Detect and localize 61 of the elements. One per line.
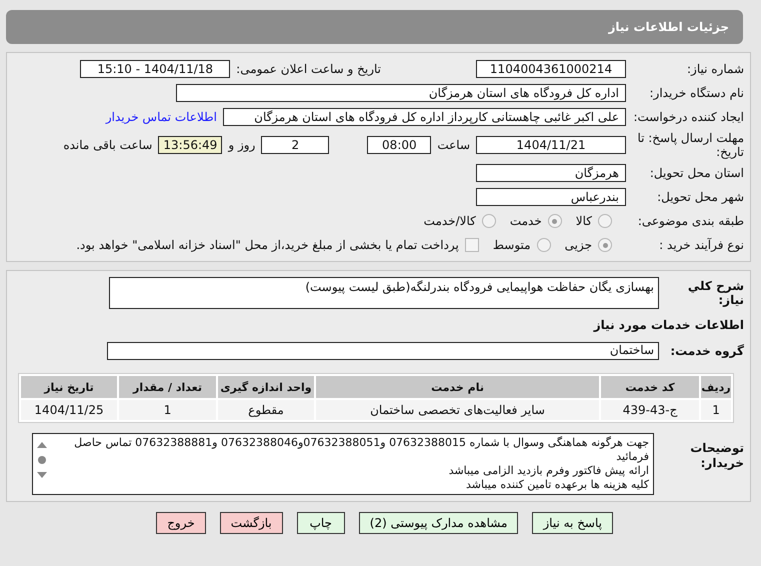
action-button[interactable]: پاسخ به نیاز	[532, 512, 613, 534]
page-title: جزئیات اطلاعات نیاز	[608, 20, 729, 34]
buyer-contact-link[interactable]: اطلاعات تماس خریدار	[106, 110, 217, 124]
column-header: تاریخ نیاز	[21, 376, 117, 398]
table-cell: 1	[119, 400, 216, 420]
action-button[interactable]: خروج	[156, 512, 206, 534]
radio-label: کالا/خدمت	[424, 214, 476, 228]
field-label: طبقه بندی موضوعی:	[636, 214, 744, 228]
column-header: تعداد / مقدار	[119, 376, 216, 398]
city-field: بندرعباس	[476, 188, 626, 206]
table-cell: ج-43-439	[601, 400, 699, 420]
field-label: مهلت ارسال پاسخ: تا تاریخ:	[636, 131, 744, 159]
column-header: نام خدمت	[316, 376, 599, 398]
days-field: 2	[261, 136, 330, 154]
announce-date-field: 1404/11/18 - 15:10	[80, 60, 230, 78]
table-cell: مقطوع	[218, 400, 314, 420]
deadline-date-field: 1404/11/21	[476, 136, 626, 154]
field-label: روز و	[228, 138, 256, 152]
radio-button[interactable]	[536, 238, 551, 252]
field-label: تاریخ و ساعت اعلان عمومی:	[236, 62, 381, 76]
column-header: ردیف	[701, 376, 731, 398]
radio-label: جزیی	[564, 238, 592, 252]
radio-label: خدمت	[510, 214, 542, 228]
deadline-time-field: 08:00	[367, 136, 432, 154]
field-label: شهر محل تحویل:	[656, 190, 744, 204]
radio-button[interactable]	[482, 214, 496, 228]
buyer-notes-box: جهت هرگونه هماهنگی وسوال با شماره 07632388015 و07632388051و07632388046 و07632388881 تماس حاصل فرمائید ارائه پیش فاکتور وفرم بازدید الزامی میباشد کلیه هزینه ها برعهده تامین کننده میباشد	[32, 433, 654, 495]
field-label: شماره نیاز:	[686, 62, 744, 76]
radio-button[interactable]	[598, 214, 612, 228]
remaining-time-field: 13:56:49	[158, 136, 222, 154]
field-label: شرح کلي نياز:	[686, 279, 744, 307]
description-box: بهسازی یگان حفاظت هواپیمایی فرودگاه بندرلنگه(طبق لیست پیوست)	[109, 277, 659, 309]
action-button[interactable]: بازگشت	[220, 512, 283, 534]
service-group-field: ساختمان	[107, 342, 659, 360]
field-label: ساعت باقی مانده	[63, 138, 152, 152]
province-field: هرمزگان	[476, 164, 626, 182]
action-button[interactable]: مشاهده مدارک پیوستی (2)	[358, 512, 518, 534]
radio-label: کالا	[576, 214, 592, 228]
scrollbar-icon	[37, 442, 47, 478]
action-button[interactable]: چاپ	[296, 512, 345, 534]
radio-label: متوسط	[492, 238, 531, 252]
table-cell: 1	[701, 400, 731, 420]
field-label: ساعت	[437, 138, 470, 152]
checkbox-label: پرداخت تمام یا بخشی از مبلغ خرید،از محل "اسناد خزانه اسلامی" خواهد بود.	[76, 238, 459, 252]
table-cell: 1404/11/25	[21, 400, 117, 420]
creator-field: علی اکبر غائبی چاهستانی کارپرداز اداره کل فرودگاه های استان هرمزگان	[223, 108, 626, 126]
table-cell: سایر فعالیت‌های تخصصی ساختمان	[316, 400, 599, 420]
field-label: گروه خدمت:	[669, 344, 744, 358]
section-title: اطلاعات خدمات مورد نیاز	[594, 318, 744, 332]
field-label: توضیحات خریدار:	[689, 440, 744, 471]
column-header: واحد اندازه گیری	[218, 376, 314, 398]
column-header: کد خدمت	[601, 376, 699, 398]
radio-button[interactable]	[548, 214, 562, 228]
field-label: ایجاد کننده درخواست:	[632, 110, 744, 124]
need-number-field: 1104004361000214	[476, 60, 626, 78]
field-label: نام دستگاه خریدار:	[648, 86, 744, 100]
checkbox[interactable]	[464, 238, 479, 252]
field-label: نوع فرآیند خرید :	[658, 238, 744, 252]
field-label: استان محل تحویل:	[648, 166, 744, 180]
radio-button[interactable]	[598, 238, 612, 252]
buyer-field: اداره کل فرودگاه های استان هرمزگان	[176, 84, 626, 102]
